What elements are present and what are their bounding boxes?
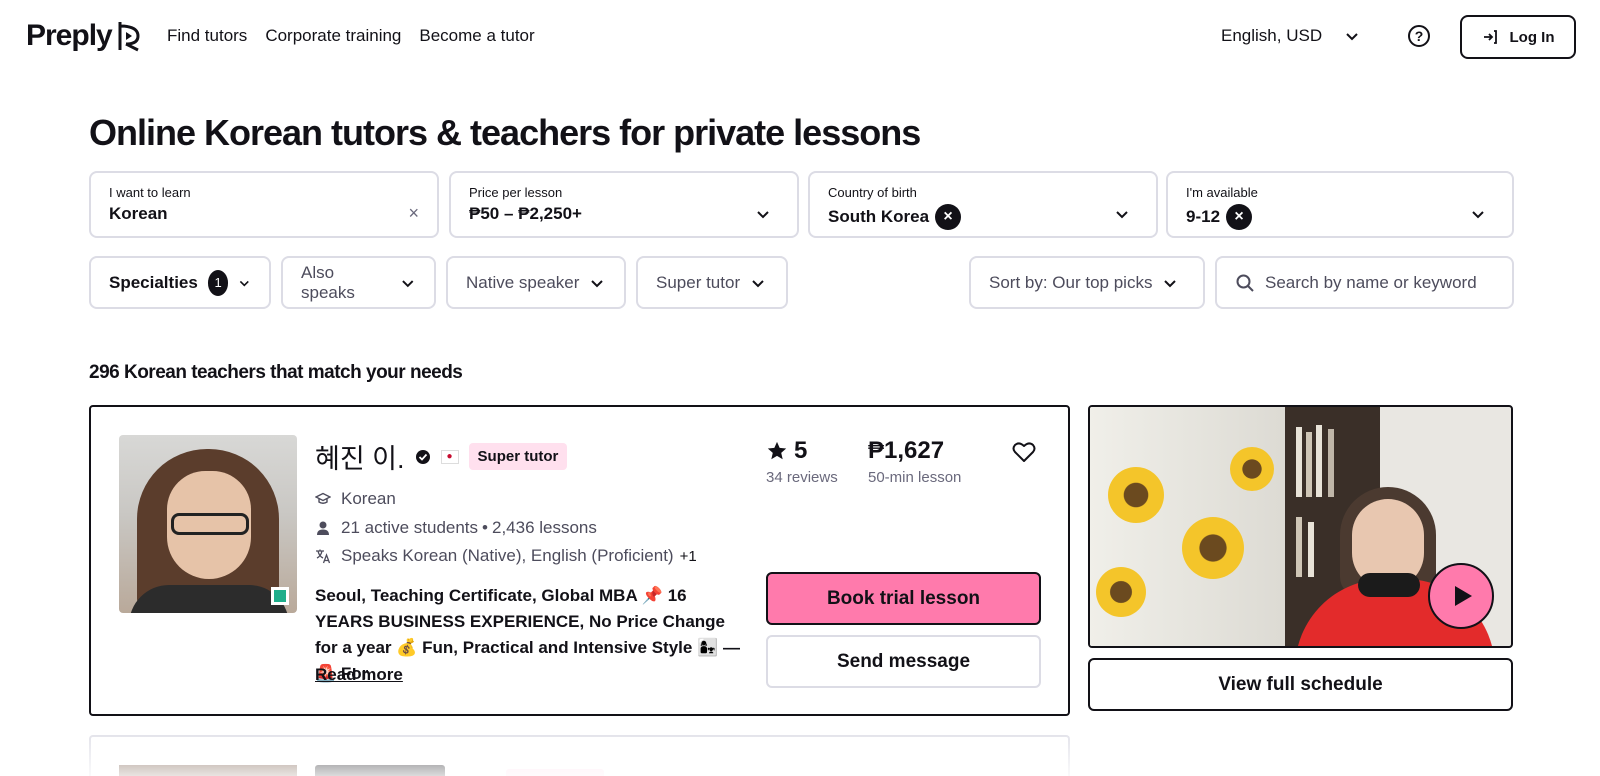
play-video-button[interactable]: [1428, 563, 1494, 629]
sort-dropdown[interactable]: Sort by: Our top picks: [969, 256, 1205, 309]
tutor-lessons: 2,436 lessons: [491, 518, 597, 537]
price-filter-label: Price per lesson: [469, 185, 563, 200]
tutor-subject: Korean: [341, 489, 396, 508]
login-button[interactable]: Log In: [1460, 15, 1576, 59]
specialties-count-badge: 1: [207, 269, 229, 296]
bottom-fade: [0, 720, 1600, 776]
chevron-down-icon: [240, 280, 250, 286]
sort-label: Sort by: Our top picks: [989, 272, 1153, 292]
chevron-down-icon: [591, 279, 604, 287]
nav-find-tutors[interactable]: Find tutors: [167, 26, 247, 46]
rating-value: 5: [794, 437, 808, 464]
top-navbar: Preply Find tutors Corporate training Be…: [0, 0, 1600, 72]
price-value: ₱1,627: [868, 437, 945, 464]
tutor-video-preview[interactable]: [1088, 405, 1513, 648]
page-title: Online Korean tutors & teachers for priv…: [89, 112, 921, 153]
also-speaks-label: Also speaks: [301, 262, 355, 302]
learn-filter[interactable]: I want to learn Korean ×: [89, 171, 439, 238]
more-languages[interactable]: +1: [680, 548, 697, 565]
login-label: Log In: [1509, 28, 1555, 46]
tutor-photo[interactable]: [119, 435, 297, 613]
tutor-rating: 5 34 reviews: [766, 437, 838, 486]
read-more-link[interactable]: Read more: [315, 665, 403, 685]
heart-icon[interactable]: [1012, 441, 1036, 463]
view-schedule-button[interactable]: View full schedule: [1088, 658, 1513, 711]
online-status-indicator: [271, 587, 289, 605]
dot-separator: •: [482, 518, 488, 537]
country-filter-label: Country of birth: [828, 185, 917, 200]
logo-mark-icon: [118, 22, 140, 52]
price-filter-value: ₱50 – ₱2,250+: [469, 204, 582, 223]
send-message-button[interactable]: Send message: [766, 635, 1041, 688]
tutor-students: 21 active students: [341, 518, 479, 537]
search-input[interactable]: Search by name or keyword: [1215, 256, 1514, 309]
native-speaker-label: Native speaker: [466, 272, 580, 292]
tutor-languages-row: Speaks Korean (Native), English (Profici…: [315, 546, 697, 566]
help-icon[interactable]: ?: [1408, 25, 1430, 47]
nav-become-tutor[interactable]: Become a tutor: [419, 26, 534, 46]
main-nav: Find tutors Corporate training Become a …: [167, 26, 535, 46]
book-trial-button[interactable]: Book trial lesson: [766, 572, 1041, 625]
availability-filter-value-row: 9-12 ×: [1186, 204, 1494, 230]
availability-filter-value: 9-12: [1186, 207, 1221, 226]
star-icon: [767, 441, 787, 460]
availability-filter-label: I'm available: [1186, 185, 1258, 200]
learn-filter-value: Korean: [109, 204, 168, 223]
play-icon: [1455, 586, 1472, 606]
tutor-name[interactable]: 혜진 이.: [315, 437, 405, 476]
search-icon: [1236, 274, 1254, 292]
clear-availability-icon[interactable]: ×: [1226, 204, 1253, 230]
language-label: English, USD: [1221, 26, 1323, 45]
language-currency-selector[interactable]: English, USD: [1221, 26, 1360, 46]
tutor-languages: Speaks Korean (Native), English (Profici…: [341, 546, 674, 565]
clear-country-icon[interactable]: ×: [935, 204, 962, 230]
tutor-students-row: 21 active students • 2,436 lessons: [315, 518, 597, 538]
chevron-down-icon: [1346, 33, 1358, 41]
tutor-card[interactable]: 혜진 이. ● Super tutor Korean 21 active stu…: [89, 405, 1070, 716]
tutor-subject-row: Korean: [315, 489, 396, 509]
price-note: 50-min lesson: [868, 469, 962, 486]
country-filter-value: South Korea: [828, 207, 930, 226]
chevron-down-icon: [1164, 279, 1177, 287]
native-speaker-dropdown[interactable]: Native speaker: [446, 256, 626, 309]
tutor-name-row: 혜진 이. ● Super tutor: [315, 437, 568, 476]
results-count: 296 Korean teachers that match your need…: [89, 362, 463, 383]
chevron-down-icon: [752, 279, 764, 287]
price-filter[interactable]: Price per lesson ₱50 – ₱2,250+: [449, 171, 799, 238]
tutor-price: ₱1,627 50-min lesson: [868, 437, 961, 486]
graduation-cap-icon: [315, 492, 331, 504]
chevron-down-icon: [757, 211, 769, 219]
korea-flag-icon: ●: [440, 449, 459, 464]
country-filter-value-row: South Korea ×: [828, 204, 1138, 230]
translate-icon: [316, 549, 331, 564]
clear-icon[interactable]: ×: [408, 203, 419, 224]
super-tutor-dropdown[interactable]: Super tutor: [636, 256, 788, 309]
chevron-down-icon: [402, 279, 414, 287]
person-icon: [317, 521, 329, 535]
search-placeholder: Search by name or keyword: [1265, 272, 1477, 292]
super-tutor-label: Super tutor: [656, 272, 741, 292]
nav-corporate-training[interactable]: Corporate training: [265, 26, 401, 46]
availability-filter[interactable]: I'm available 9-12 ×: [1166, 171, 1514, 238]
super-tutor-badge: Super tutor: [468, 443, 568, 470]
specialties-dropdown[interactable]: Specialties 1: [89, 256, 271, 309]
reviews-count: 34 reviews: [766, 469, 838, 486]
login-icon: [1483, 30, 1497, 44]
also-speaks-dropdown[interactable]: Also speaks: [281, 256, 436, 309]
preply-logo[interactable]: Preply: [26, 18, 142, 54]
logo-text: Preply: [26, 19, 113, 52]
verified-icon: [415, 449, 430, 464]
chevron-down-icon: [1472, 211, 1484, 219]
country-filter[interactable]: Country of birth South Korea ×: [808, 171, 1158, 238]
chevron-down-icon: [1116, 211, 1128, 219]
specialties-label: Specialties: [109, 272, 198, 292]
learn-filter-label: I want to learn: [109, 185, 191, 200]
